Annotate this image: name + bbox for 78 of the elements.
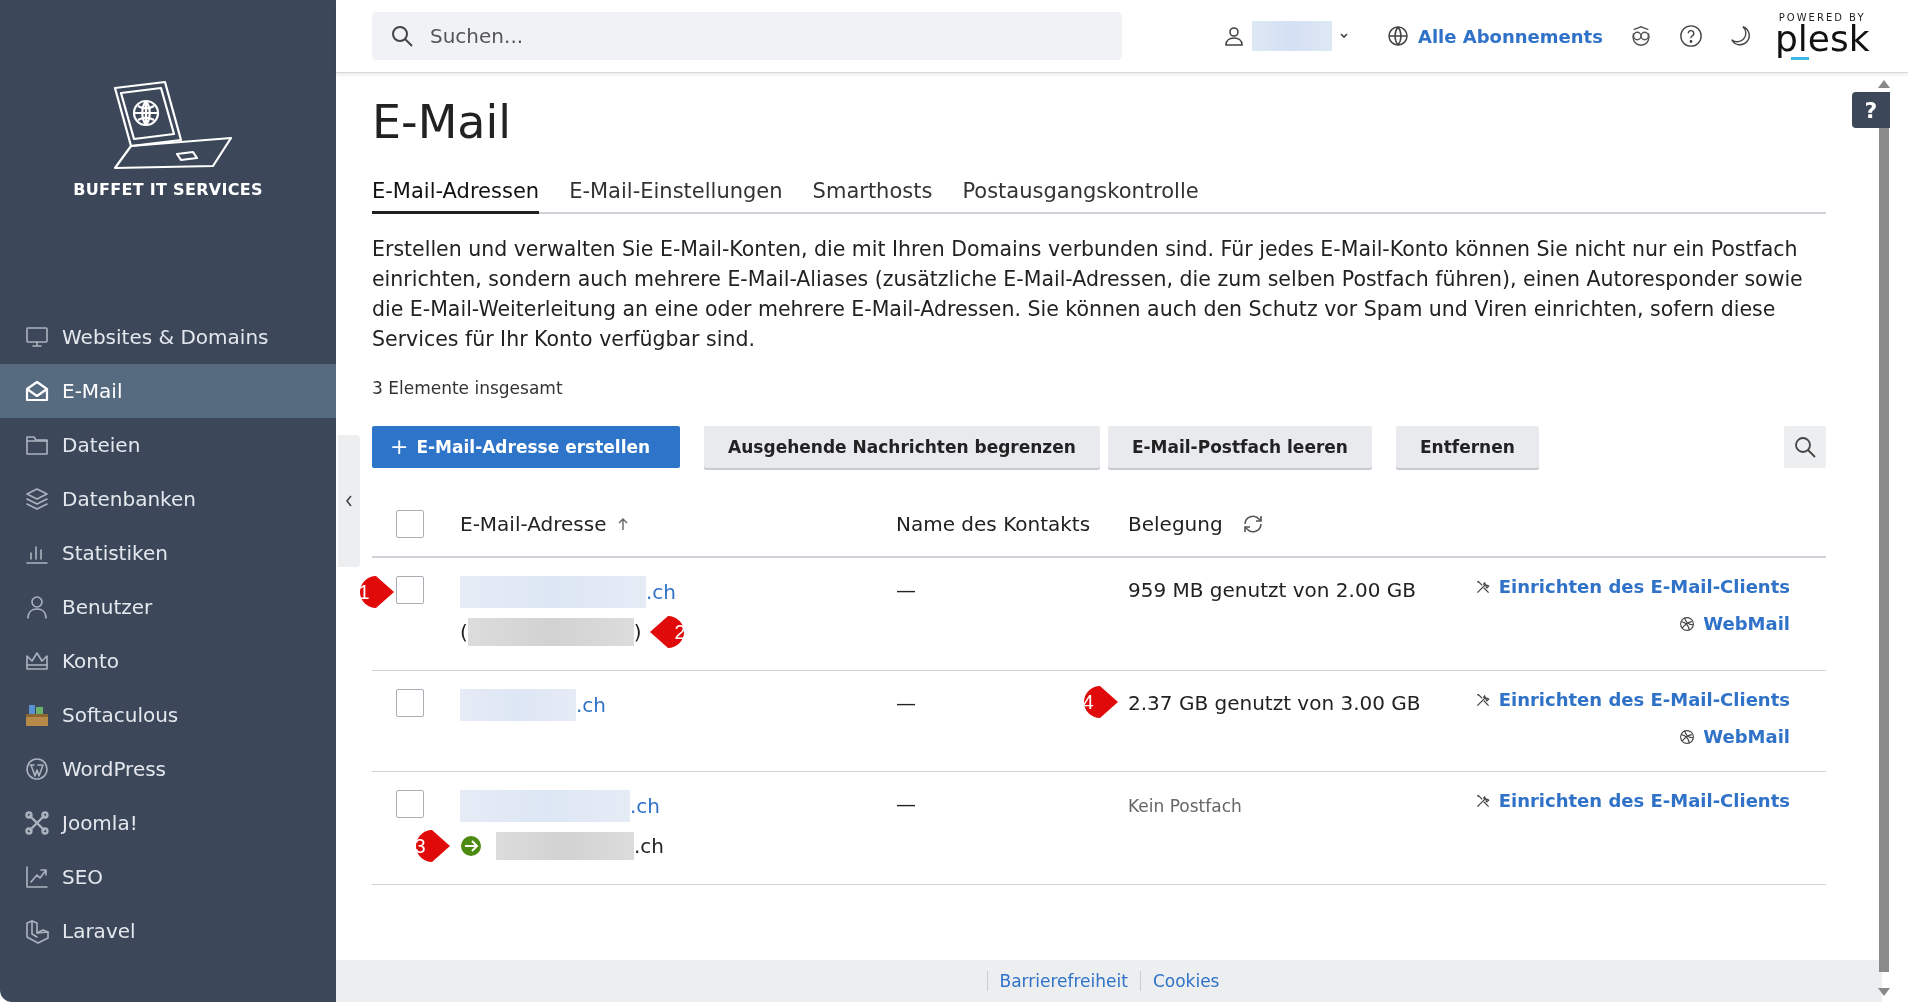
sidebar-item[interactable]: SEO: [0, 850, 336, 904]
usage-text: 959 MB genutzt von 2.00 GB: [1128, 577, 1416, 602]
sidebar-item[interactable]: Benutzer: [0, 580, 336, 634]
laravel-icon: [24, 918, 50, 944]
brand-name: BUFFET IT SERVICES: [73, 180, 263, 199]
search-field[interactable]: Suchen...: [372, 12, 1122, 60]
webmail-link[interactable]: WebMail: [1679, 726, 1790, 747]
footer-link[interactable]: Cookies: [1139, 971, 1232, 991]
plesk-logo: plesk: [1774, 20, 1870, 60]
user-icon: [24, 594, 50, 620]
table-cell-text: —: [896, 577, 916, 602]
sidebar-item[interactable]: Dateien: [0, 418, 336, 472]
page-title: E-Mail: [372, 95, 513, 149]
sidebar-item[interactable]: Websites & Domains: [0, 310, 336, 364]
checkbox[interactable]: [396, 790, 424, 818]
column-header[interactable]: Belegung: [1128, 512, 1223, 536]
create-button[interactable]: + E-Mail-Adresse erstellen: [372, 426, 681, 468]
sidebar-item[interactable]: Datenbanken: [0, 472, 336, 526]
tab[interactable]: Smarthosts: [812, 173, 933, 214]
email-address-link[interactable]: .ch: [630, 794, 661, 818]
toolbar-button[interactable]: E-Mail-Postfach leeren: [1107, 426, 1372, 468]
collapse-handle[interactable]: [338, 435, 360, 567]
moon-icon[interactable]: [1728, 24, 1753, 48]
layers-icon: [24, 486, 50, 512]
help-icon[interactable]: [1678, 24, 1703, 48]
wordpress-icon: [24, 756, 50, 782]
subscriptions-link[interactable]: Alle Abonnements: [1386, 24, 1603, 48]
growth-chart-icon: [24, 864, 50, 890]
envelope-icon: [24, 378, 50, 404]
tab[interactable]: Postausgangskontrolle: [962, 173, 1199, 214]
description-text: Erstellen und verwalten Sie E-Mail-Konten, die mit Ihren Domains verbunden sind. Für jedes E-Mail-Konto können Sie nicht nur ein Postfach einrichten, sondern auch mehrere E-Mail-Aliases (zusätzliche E-Mail-Adressen, die zum selben Postfach führen), einen Autoresponder sowie die E-Mail-Weiterleitung an eine oder mehrere E-Mail-Adressen. Sie können auch den Schutz vor Spam und Viren einrichten, sofern diese Services für Ihr Konto verfügbar sind.: [372, 236, 1804, 353]
webmail-link[interactable]: WebMail: [1679, 613, 1790, 634]
search-icon: [1793, 435, 1817, 459]
user-icon: [1222, 24, 1246, 48]
sidebar-item[interactable]: E-Mail: [0, 364, 336, 418]
mail-client-setup-link[interactable]: Einrichten des E-Mail-Clients: [1474, 576, 1790, 597]
powered-by-label: POWERED BY: [1778, 12, 1866, 23]
checkbox[interactable]: [396, 510, 424, 538]
globe-icon: [1679, 728, 1696, 745]
tab[interactable]: E-Mail-Adressen: [372, 173, 540, 214]
toolbar-button[interactable]: Entfernen: [1395, 426, 1539, 468]
tools-icon: [1474, 578, 1491, 595]
domain-text: .ch: [634, 834, 665, 858]
item-count: 3 Elemente insgesamt: [372, 378, 564, 398]
chevron-left-icon: [344, 493, 354, 509]
search-icon: [390, 24, 414, 48]
table-cell-text: —: [896, 791, 916, 816]
bracket-text: ): [633, 620, 642, 644]
box-icon: [24, 702, 50, 728]
tools-icon: [1474, 792, 1491, 809]
sidebar-item[interactable]: Joomla!: [0, 796, 336, 850]
sidebar-item[interactable]: Laravel: [0, 904, 336, 958]
joomla-icon: [24, 810, 50, 836]
globe-icon: [1679, 615, 1696, 632]
help-button[interactable]: ?: [1852, 92, 1890, 128]
email-address-link[interactable]: .ch: [646, 580, 677, 604]
toolbar-button[interactable]: Ausgehende Nachrichten begrenzen: [704, 426, 1100, 468]
usage-text: Kein Postfach: [1128, 795, 1242, 816]
footer-link[interactable]: Barrierefreiheit: [986, 971, 1140, 991]
sidebar-item[interactable]: Softaculous: [0, 688, 336, 742]
tools-icon: [1474, 691, 1491, 708]
usage-text: 2.37 GB genutzt von 3.00 GB: [1128, 690, 1421, 715]
sidebar-item[interactable]: Statistiken: [0, 526, 336, 580]
bracket-text: (: [460, 620, 468, 644]
checkbox[interactable]: [396, 576, 424, 604]
globe-icon: [1386, 24, 1410, 48]
tab[interactable]: E-Mail-Einstellungen: [569, 173, 783, 214]
checkbox[interactable]: [396, 689, 424, 717]
column-header[interactable]: Name des Kontakts: [896, 512, 1091, 536]
mail-client-setup-link[interactable]: Einrichten des E-Mail-Clients: [1474, 689, 1790, 710]
search-button[interactable]: [1784, 426, 1826, 468]
monitor-icon: [24, 324, 50, 350]
sidebar-item[interactable]: WordPress: [0, 742, 336, 796]
table-cell-text: —: [896, 690, 916, 715]
sidebar-item[interactable]: Konto: [0, 634, 336, 688]
column-header[interactable]: E-Mail-Adresse: [460, 512, 607, 536]
email-address-link[interactable]: .ch: [576, 693, 607, 717]
mail-client-setup-link[interactable]: Einrichten des E-Mail-Clients: [1474, 790, 1790, 811]
